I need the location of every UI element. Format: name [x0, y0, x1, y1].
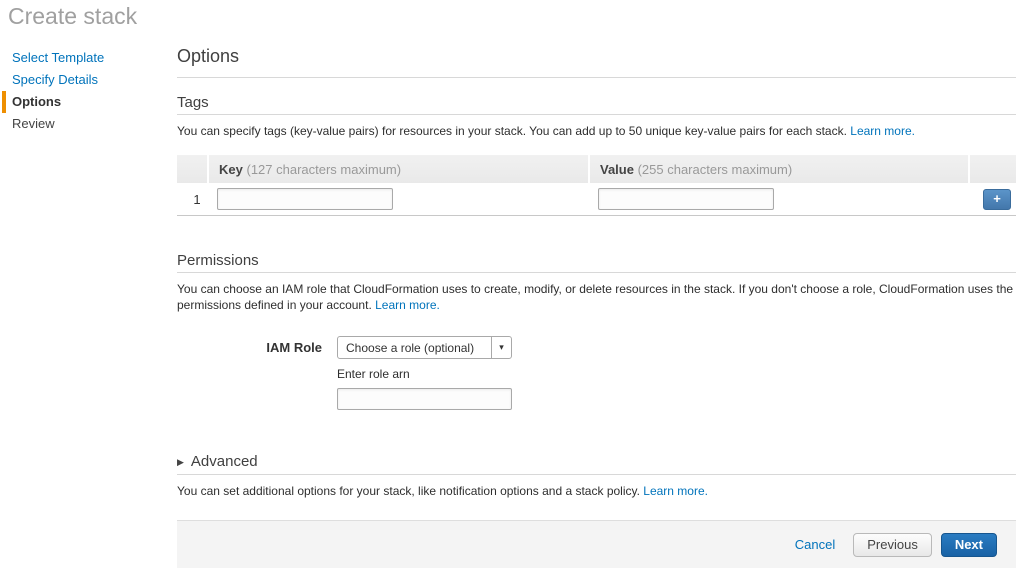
chevron-down-icon: ▾: [491, 337, 511, 358]
key-column-header: Key (127 characters maximum): [207, 155, 588, 183]
wizard-steps-sidebar: Select Template Specify Details Options …: [0, 47, 170, 135]
role-arn-input[interactable]: [337, 388, 512, 410]
sidebar-item-specify-details[interactable]: Specify Details: [0, 69, 170, 91]
role-arn-label: Enter role arn: [337, 367, 512, 381]
advanced-description: You can set additional options for your …: [177, 483, 1016, 499]
tags-learn-more-link[interactable]: Learn more.: [850, 124, 915, 138]
tag-row: 1 +: [177, 183, 1016, 216]
permissions-learn-more-link[interactable]: Learn more.: [375, 298, 440, 312]
advanced-description-text: You can set additional options for your …: [177, 484, 640, 498]
main-content: Options Tags You can specify tags (key-v…: [177, 0, 1016, 568]
value-column-header: Value (255 characters maximum): [588, 155, 968, 183]
value-column-hint: (255 characters maximum): [638, 162, 793, 177]
sidebar-item-review: Review: [0, 113, 170, 135]
plus-icon: +: [993, 191, 1001, 206]
tags-description-text: You can specify tags (key-value pairs) f…: [177, 124, 847, 138]
row-number-column-header: [177, 155, 207, 183]
advanced-learn-more-link[interactable]: Learn more.: [643, 484, 708, 498]
tags-section-heading: Tags: [177, 94, 1016, 115]
key-column-hint: (127 characters maximum): [246, 162, 401, 177]
advanced-heading-label: Advanced: [191, 453, 258, 470]
tags-table-header-row: Key (127 characters maximum) Value (255 …: [177, 155, 1016, 183]
permissions-section-heading: Permissions: [177, 252, 1016, 273]
tags-table: Key (127 characters maximum) Value (255 …: [177, 155, 1016, 216]
sidebar-item-options[interactable]: Options: [2, 91, 170, 113]
iam-role-form-row: IAM Role Choose a role (optional) ▾ Ente…: [177, 336, 1016, 410]
key-column-label: Key: [219, 162, 243, 177]
action-column-header: [968, 155, 1016, 183]
step-heading: Options: [177, 46, 1016, 78]
permissions-description-text: You can choose an IAM role that CloudFor…: [177, 282, 1013, 312]
tag-row-number: 1: [177, 183, 207, 216]
expand-arrow-icon: ▶: [177, 454, 184, 471]
tag-key-input[interactable]: [217, 188, 393, 210]
sidebar-item-select-template[interactable]: Select Template: [0, 47, 170, 69]
advanced-section-toggle[interactable]: ▶ Advanced: [177, 453, 1016, 475]
permissions-description: You can choose an IAM role that CloudFor…: [177, 281, 1016, 313]
add-tag-button[interactable]: +: [983, 189, 1011, 210]
iam-role-controls: Choose a role (optional) ▾ Enter role ar…: [337, 336, 512, 410]
cancel-link[interactable]: Cancel: [795, 537, 835, 552]
wizard-footer: Cancel Previous Next: [177, 520, 1016, 568]
iam-role-select-value: Choose a role (optional): [338, 341, 491, 355]
iam-role-select[interactable]: Choose a role (optional) ▾: [337, 336, 512, 359]
tag-value-input[interactable]: [598, 188, 774, 210]
iam-role-label: IAM Role: [177, 336, 322, 410]
page-title: Create stack: [8, 3, 137, 30]
tags-description: You can specify tags (key-value pairs) f…: [177, 123, 1016, 139]
value-column-label: Value: [600, 162, 634, 177]
next-button[interactable]: Next: [941, 533, 997, 557]
previous-button[interactable]: Previous: [853, 533, 932, 557]
